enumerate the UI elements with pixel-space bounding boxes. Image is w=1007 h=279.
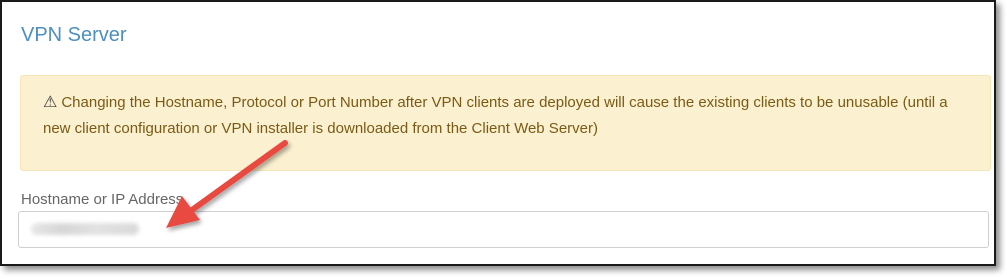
alert-message: Changing the Hostname, Protocol or Port … <box>43 94 948 137</box>
redacted-hostname-value <box>31 223 139 235</box>
warning-alert: ⚠ Changing the Hostname, Protocol or Port… <box>20 75 991 171</box>
hostname-input[interactable] <box>18 211 989 248</box>
hostname-label: Hostname or IP Address <box>21 191 184 208</box>
warning-icon: ⚠ <box>43 94 58 111</box>
section-title: VPN Server <box>21 24 127 46</box>
